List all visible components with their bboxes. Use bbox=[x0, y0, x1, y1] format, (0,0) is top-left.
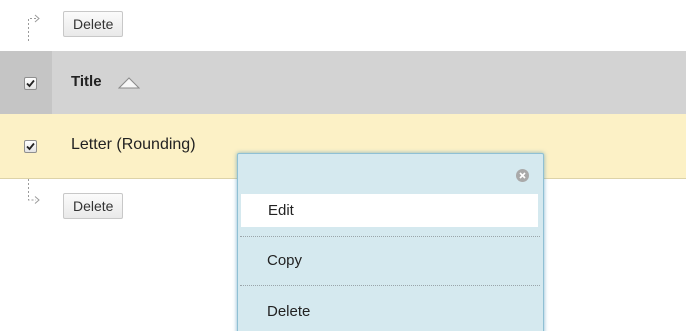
menu-item-edit[interactable]: Edit bbox=[241, 194, 538, 227]
row-checkbox[interactable] bbox=[24, 140, 37, 153]
check-icon bbox=[26, 79, 35, 88]
delete-button-bottom[interactable]: Delete bbox=[63, 193, 124, 219]
check-icon bbox=[26, 142, 35, 151]
menu-divider bbox=[240, 236, 540, 237]
content-list-page: Delete Title Letter (Rounding) Delete Ed… bbox=[0, 0, 686, 331]
context-menu: Edit Copy Delete bbox=[237, 153, 544, 331]
select-all-checkbox[interactable] bbox=[24, 77, 37, 90]
menu-item-delete[interactable]: Delete bbox=[240, 292, 540, 331]
delete-button-top[interactable]: Delete bbox=[63, 11, 124, 37]
table-header-row: Title bbox=[0, 51, 686, 114]
arrow-right-icon bbox=[24, 178, 42, 208]
close-circle-icon[interactable] bbox=[516, 169, 529, 182]
sort-ascending-icon[interactable] bbox=[117, 76, 141, 93]
row-title-link[interactable]: Letter (Rounding) bbox=[71, 136, 196, 154]
column-header-title[interactable]: Title bbox=[71, 73, 102, 90]
header-checkbox-cell bbox=[0, 51, 52, 114]
menu-item-copy[interactable]: Copy bbox=[240, 241, 540, 281]
menu-divider bbox=[240, 285, 540, 286]
arrow-right-icon bbox=[24, 12, 42, 42]
